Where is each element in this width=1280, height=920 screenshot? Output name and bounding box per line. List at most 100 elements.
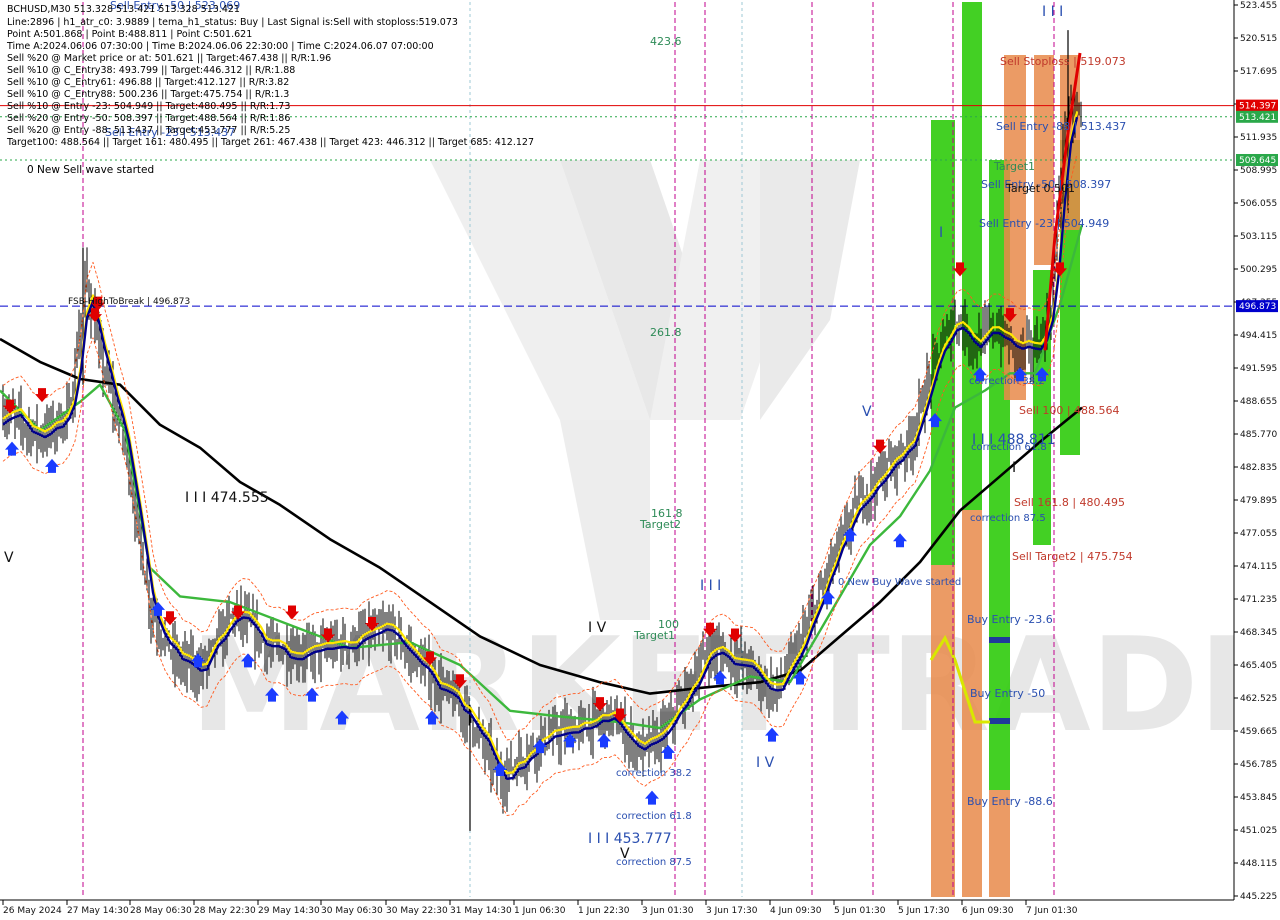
- wave-iii-left-label: I I I 474.555: [185, 490, 269, 506]
- price-tick-label: 523.455: [1240, 1, 1277, 11]
- target1-mid-label: Target1: [633, 629, 675, 642]
- wave-iii-low-label: I I I 453.777: [588, 831, 672, 847]
- price-tick-label: 448.115: [1240, 859, 1277, 869]
- info-line: Sell %10 @ Entry -23: 504.949 || Target:…: [7, 101, 291, 112]
- wave-v-mid-label: V: [862, 404, 872, 420]
- info-line: Sell %10 @ C_Entry61: 496.88 || Target:4…: [7, 77, 290, 88]
- info-line: Sell %20 @ Entry -88: 513.437 || Target:…: [7, 125, 291, 136]
- price-tick-label: 477.055: [1240, 529, 1277, 539]
- time-tick-label: 3 Jun 17:30: [706, 906, 758, 916]
- time-tick-label: 27 May 14:30: [67, 906, 129, 916]
- price-tick-label: 503.115: [1240, 232, 1277, 242]
- chart-window[interactable]: MARKETTRADE 523.455520.515517.695514.875…: [0, 0, 1280, 920]
- correction-382-low-label: correction 38.2: [616, 768, 692, 779]
- buy-entry-23-label: Buy Entry -23.6: [967, 613, 1053, 626]
- symbol-line: BCHUSD,M30 513.328 513.421 513.328 513.4…: [7, 4, 240, 15]
- price-tick-label: 488.655: [1240, 397, 1277, 407]
- price-tick-label: 500.295: [1240, 265, 1277, 275]
- orange-zone: [931, 565, 955, 897]
- correction-875-right-label: correction 87.5: [970, 513, 1046, 524]
- price-tag-label: 514.397: [1239, 102, 1276, 112]
- time-tick-label: 1 Jun 22:30: [578, 906, 630, 916]
- info-line: Point A:501.868 | Point B:488.811 | Poin…: [7, 29, 253, 40]
- buy-entry-marker: [989, 718, 1010, 724]
- price-tick-label: 494.415: [1240, 331, 1277, 341]
- time-tick-label: 30 May 22:30: [386, 906, 448, 916]
- time-tick-label: 28 May 06:30: [130, 906, 192, 916]
- price-tick-label: 520.515: [1240, 34, 1277, 44]
- orange-zone: [962, 510, 982, 897]
- wave-iii-top-label: I I I: [1042, 4, 1063, 20]
- info-line: Line:2896 | h1_atr_c0: 3.9889 | tema_h1_…: [7, 17, 458, 28]
- price-tag-label: 509.645: [1239, 156, 1276, 166]
- time-tick-label: 1 Jun 06:30: [514, 906, 566, 916]
- info-line: Sell %20 @ Entry -50: 508.397 || Target:…: [7, 113, 291, 124]
- price-tick-label: 445.225: [1240, 892, 1277, 902]
- new-buy-wave-label: 0 New Buy Wave started: [838, 577, 961, 588]
- price-tick-label: 465.405: [1240, 661, 1277, 671]
- wave-i-right2-label: I: [1012, 460, 1016, 476]
- buy-entry-50-label: Buy Entry -50: [970, 687, 1045, 700]
- time-tick-label: 30 May 06:30: [321, 906, 383, 916]
- price-tick-label: 459.665: [1240, 727, 1277, 737]
- info-line: Sell %10 @ C_Entry88: 500.236 || Target:…: [7, 89, 290, 100]
- sell-arrow-icon: [35, 388, 49, 403]
- buy-arrow-icon: [5, 441, 19, 456]
- fsb-label: FSB-HighToBreak | 496.873: [68, 297, 190, 307]
- price-tick-label: 517.695: [1240, 67, 1277, 77]
- price-tag-label: 513.421: [1239, 113, 1276, 123]
- buy-entry-marker: [989, 637, 1010, 643]
- sell-entry-88-label: Sell Entry -88 | 513.437: [996, 120, 1126, 133]
- buy-entry-88-label: Buy Entry -88.6: [967, 795, 1053, 808]
- price-tick-label: 456.785: [1240, 760, 1277, 770]
- correction-618-right-label: correction 61.8: [971, 442, 1047, 453]
- time-tick-label: 6 Jun 09:30: [962, 906, 1014, 916]
- correction-618-low-label: correction 61.8: [616, 811, 692, 822]
- price-tag-label: 496.873: [1239, 302, 1276, 312]
- wave-iv-mid-label: I V: [588, 620, 607, 636]
- fib-261-label: 261.8: [650, 326, 682, 339]
- price-tick-label: 471.235: [1240, 595, 1277, 605]
- wave-i-right-label: I: [939, 225, 943, 241]
- info-line: Target100: 488.564 || Target 161: 480.49…: [7, 137, 534, 148]
- time-tick-label: 28 May 22:30: [194, 906, 256, 916]
- wave-iii-mid-label: I I I: [700, 578, 721, 594]
- sell-stoploss-label: Sell Stoploss | 519.073: [1000, 55, 1126, 68]
- buy-arrow-icon: [645, 790, 659, 805]
- price-tick-label: 462.525: [1240, 694, 1277, 704]
- price-tick-label: 453.845: [1240, 793, 1277, 803]
- price-tick-label: 511.935: [1240, 133, 1277, 143]
- correction-382-right-label: correction 38.2: [969, 376, 1045, 387]
- price-tick-label: 482.835: [1240, 463, 1277, 473]
- target2-mid-label: Target2: [639, 518, 681, 531]
- wave-note: 0 New Sell wave started: [27, 164, 155, 176]
- sell-161-label: Sell 161.8 | 480.495: [1014, 496, 1125, 509]
- wave-v-left-label: V: [4, 550, 14, 566]
- time-tick-label: 7 Jun 01:30: [1026, 906, 1078, 916]
- price-tick-label: 474.115: [1240, 562, 1277, 572]
- price-tick-label: 485.770: [1240, 430, 1277, 440]
- target1-right-label: Target1: [993, 160, 1035, 173]
- top-overlap-c-label: Target 0.501: [1005, 182, 1075, 195]
- time-tick-label: 31 May 14:30: [450, 906, 512, 916]
- price-tick-label: 491.595: [1240, 364, 1277, 374]
- sell-target2-label: Sell Target2 | 475.754: [1012, 550, 1133, 563]
- info-line: Time A:2024.06.06 07:30:00 | Time B:2024…: [7, 41, 434, 52]
- info-line: Sell %20 @ Market price or at: 501.621 |…: [7, 53, 332, 64]
- time-tick-label: 5 Jun 01:30: [834, 906, 886, 916]
- price-tick-label: 508.995: [1240, 166, 1277, 176]
- buy-arrow-icon: [45, 458, 59, 473]
- time-tick-label: 5 Jun 17:30: [898, 906, 950, 916]
- info-line: Sell %10 @ C_Entry38: 493.799 || Target:…: [7, 65, 296, 76]
- time-tick-label: 4 Jun 09:30: [770, 906, 822, 916]
- time-tick-label: 3 Jun 01:30: [642, 906, 694, 916]
- time-tick-label: 26 May 2024: [3, 906, 62, 916]
- fib-423-label: 423.6: [650, 35, 682, 48]
- buy-arrow-icon: [893, 533, 907, 548]
- correction-875-low-label: correction 87.5: [616, 857, 692, 868]
- wave-iv-mid2-label: I V: [756, 755, 775, 771]
- price-tick-label: 479.895: [1240, 496, 1277, 506]
- price-tick-label: 468.345: [1240, 628, 1277, 638]
- sell-entry-23-label: Sell Entry -23 | 504.949: [979, 217, 1109, 230]
- price-tick-label: 451.025: [1240, 826, 1277, 836]
